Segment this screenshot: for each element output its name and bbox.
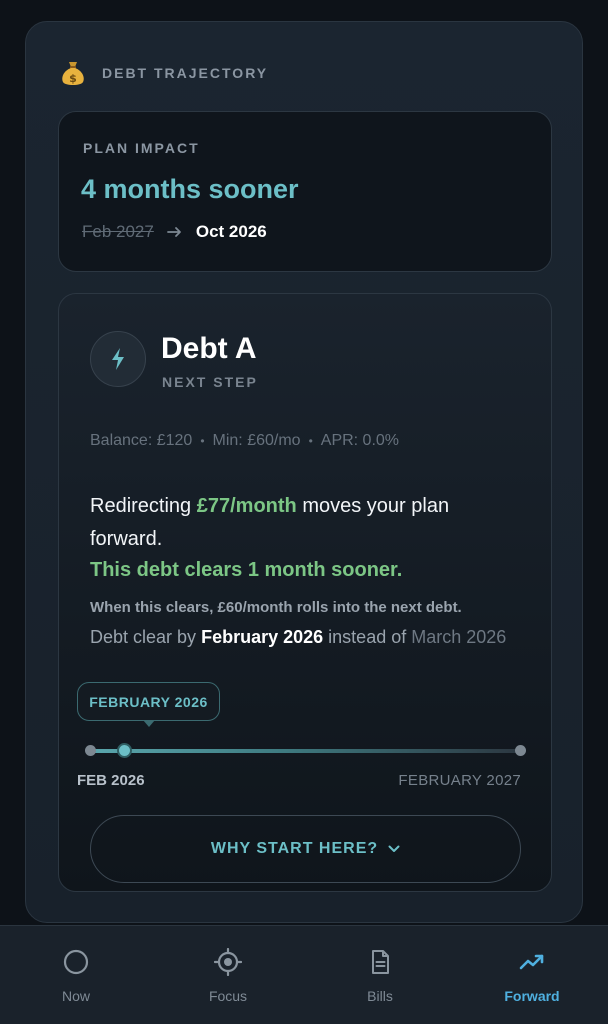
- panel-header: $ DEBT TRAJECTORY: [58, 58, 268, 88]
- timeline-start-label: FEB 2026: [77, 772, 145, 789]
- timeline-end-label: FEBRUARY 2027: [398, 772, 521, 789]
- clear-by-middle: instead of: [328, 627, 407, 647]
- plan-impact-label: PLAN IMPACT: [83, 140, 200, 156]
- timeline-end-dot: [515, 745, 526, 756]
- plan-impact-card: PLAN IMPACT 4 months sooner Feb 2027 Oct…: [58, 111, 552, 272]
- nav-label-now: Now: [61, 988, 90, 1004]
- nav-label-focus: Focus: [208, 988, 248, 1004]
- timeline-start-dot: [85, 745, 96, 756]
- next-step-label: NEXT STEP: [162, 374, 258, 390]
- svg-text:$: $: [69, 72, 77, 85]
- nav-label-forward: Forward: [504, 988, 560, 1004]
- target-icon: [214, 948, 242, 976]
- trending-up-icon: [519, 954, 544, 970]
- plan-impact-dates: Feb 2027 Oct 2026: [82, 222, 267, 242]
- clear-by-text: Debt clear by February 2026 instead of M…: [90, 627, 506, 648]
- clear-by-date: February 2026: [201, 627, 324, 647]
- debt-icon-badge: [90, 331, 146, 387]
- debt-meta: Balance: £120 • Min: £60/mo • APR: 0.0%: [90, 432, 399, 450]
- rollover-text: When this clears, £60/month rolls into t…: [90, 599, 462, 616]
- meta-separator: •: [200, 434, 205, 448]
- debt-name: Debt A: [161, 332, 257, 365]
- nav-item-focus[interactable]: Focus: [152, 926, 304, 1024]
- original-payoff-date: Feb 2027: [82, 222, 154, 241]
- panel-title: DEBT TRAJECTORY: [102, 65, 269, 81]
- clears-sooner-text: This debt clears 1 month sooner.: [90, 559, 403, 581]
- debt-trajectory-panel: $ DEBT TRAJECTORY PLAN IMPACT 4 months s…: [25, 21, 583, 923]
- timeline-track-fill: [90, 749, 521, 753]
- document-icon: [372, 950, 389, 974]
- redirect-message: Redirecting £77/month moves your plan fo…: [90, 490, 520, 556]
- why-start-here-label: WHY START HERE?: [210, 840, 379, 857]
- timeline-tooltip: FEBRUARY 2026: [77, 682, 220, 721]
- why-start-here-button[interactable]: WHY START HERE?: [90, 815, 521, 883]
- debt-balance: Balance: £120: [90, 432, 193, 449]
- nav-label-bills: Bills: [367, 988, 393, 1004]
- meta-separator: •: [308, 434, 313, 448]
- circle-icon: [63, 949, 89, 975]
- tooltip-pointer: [143, 720, 155, 727]
- arrow-right-icon: [166, 227, 181, 237]
- clear-by-prefix: Debt clear by: [90, 627, 197, 647]
- timeline-handle[interactable]: [116, 743, 132, 758]
- debt-apr: APR: 0.0%: [320, 432, 400, 449]
- redirect-prefix: Redirecting: [90, 495, 192, 517]
- debt-min-payment: Min: £60/mo: [212, 432, 301, 449]
- nav-item-now[interactable]: Now: [0, 926, 152, 1024]
- chevron-down-icon: [388, 845, 400, 852]
- money-bag-icon: $: [62, 62, 84, 85]
- nav-item-forward[interactable]: Forward: [456, 926, 608, 1024]
- redirect-amount: £77/month: [196, 495, 297, 517]
- bolt-icon: [112, 348, 124, 370]
- clear-by-old-date: March 2026: [411, 627, 507, 647]
- debt-trajectory-screen: $ DEBT TRAJECTORY PLAN IMPACT 4 months s…: [0, 0, 608, 1024]
- new-payoff-date: Oct 2026: [195, 222, 267, 241]
- debt-card: Debt A NEXT STEP Balance: £120 • Min: £6…: [58, 293, 552, 892]
- plan-impact-headline: 4 months sooner: [81, 174, 299, 204]
- bottom-navigation: Now Focus Bills Forward: [0, 925, 608, 1024]
- nav-item-bills[interactable]: Bills: [304, 926, 456, 1024]
